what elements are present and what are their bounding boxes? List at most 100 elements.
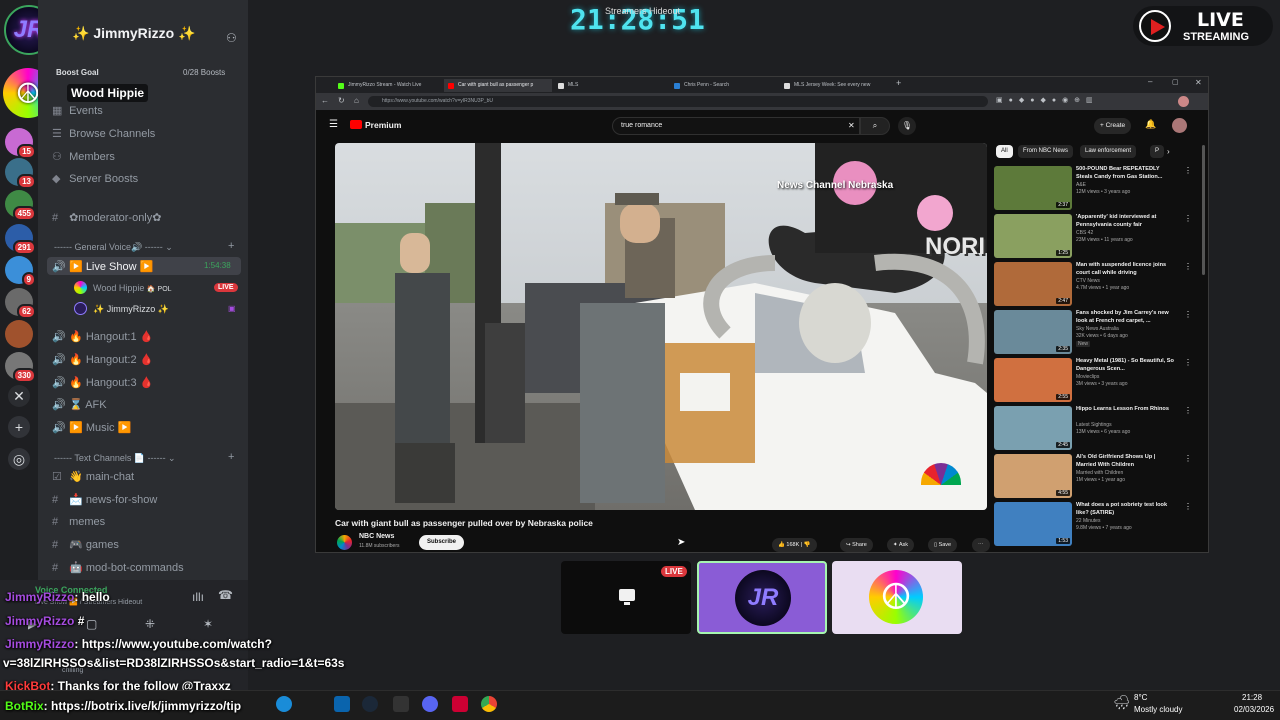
chip-from-nbc[interactable]: From NBC News [1018,145,1074,158]
youtube-logo[interactable] [350,120,362,129]
reload-icon[interactable]: ↻ [338,96,345,105]
channel-mod-bot-commands[interactable]: # 🤖 mod-bot-commands [52,561,184,574]
menu-icon[interactable]: ☰ [329,119,338,130]
taskbar-date[interactable]: 02/03/2026 [1234,705,1274,714]
activities-icon[interactable]: ⁜ [145,617,155,631]
app-icon[interactable] [393,696,409,712]
tab-mls-jersey[interactable]: MLS Jersey Week: See every new [780,79,890,92]
more-actions-button[interactable]: ⋯ [972,538,990,552]
channel-music[interactable]: 🔊 ▶️ Music ▶️ [52,421,131,434]
more-options-icon[interactable]: ⋮ [1184,166,1192,175]
create-button[interactable]: + Create [1094,118,1132,134]
recommended-video[interactable]: 1:53 What does a pot sobriety test look l… [994,502,1194,547]
screen-icon[interactable]: ▢ [86,617,97,631]
more-options-icon[interactable]: ⋮ [1184,262,1192,271]
channel-hangout-1[interactable]: 🔊 🔥 Hangout:1 🩸 [52,330,153,343]
tab-mls[interactable]: MLS [554,79,662,92]
add-channel-icon[interactable]: + [228,451,234,463]
close-icon[interactable]: ✕ [1195,78,1202,87]
clear-search-icon[interactable]: ✕ [848,121,855,130]
mic-icon[interactable]: 🎙 [898,117,916,135]
share-button[interactable]: ↪ Share [840,538,873,552]
profile-avatar[interactable] [1178,96,1189,107]
category-text-channels[interactable]: ------ Text Channels 📄 ------ ⌄ [54,453,176,464]
new-tab-icon[interactable]: + [896,78,901,88]
account-avatar[interactable] [1172,118,1187,133]
extensions-icon[interactable]: ▣●◆●◆●◉⊕▥ [996,96,1099,104]
tab-video[interactable]: Car with giant bull as passenger p [444,79,552,92]
logo-guild[interactable]: ✕ [8,385,30,407]
recommended-video[interactable]: 2:55 Heavy Metal (1981) - So Beautiful, S… [994,358,1194,403]
guild-8[interactable]: 330 [5,352,36,383]
outlook-icon[interactable] [334,696,350,712]
video-player[interactable]: News Channel Nebraska NORI [335,143,987,510]
channel-news-for-show[interactable]: # 📩 news-for-show [52,493,157,506]
nav-members[interactable]: ⚇ Members [52,150,115,163]
home-icon[interactable]: ⌂ [354,96,359,105]
recommended-video[interactable]: 2:45 Hippo Learns Lesson From Rhinos Lates… [994,406,1194,451]
search-input[interactable]: true romance [612,117,860,135]
soundboard-icon[interactable]: ✶ [203,617,213,631]
video-thumbnail[interactable]: 2:37 [994,166,1072,210]
guild-1[interactable]: 15 [5,128,36,159]
more-options-icon[interactable]: ⋮ [1184,502,1192,511]
channel-hangout-2[interactable]: 🔊 🔥 Hangout:2 🩸 [52,353,153,366]
tab-search[interactable]: Chris Penn - Search [670,79,778,92]
guild-3[interactable]: 455 [5,190,36,221]
screen-tile-peace[interactable]: ☮ [832,561,962,634]
boost-count[interactable]: 0/28 Boosts [183,68,225,77]
category-general-voice[interactable]: ------ General Voice🔊 ------ ⌄ [54,242,173,253]
minimize-icon[interactable]: – [1148,77,1152,86]
guild-6[interactable]: 62 [5,288,36,319]
channel-hangout-3[interactable]: 🔊 🔥 Hangout:3 🩸 [52,376,153,389]
address-input[interactable]: https://www.youtube.com/watch?v=yIR3NU3P… [368,96,988,107]
nav-events[interactable]: ▦ Events [52,104,103,117]
channel-moderator-only[interactable]: # ✿moderator-only✿ [52,211,161,224]
obs-icon[interactable] [452,696,468,712]
scrollbar[interactable] [1202,145,1205,275]
channel-avatar[interactable] [337,535,352,550]
taskbar-time[interactable]: 21:28 [1242,693,1262,702]
screen-tile-jr[interactable]: JR [697,561,827,634]
add-member-icon[interactable]: ⚇ [226,31,237,45]
save-button[interactable]: ▯ Save [928,538,958,552]
steam-icon[interactable] [362,696,378,712]
more-options-icon[interactable]: ⋮ [1184,310,1192,319]
disconnect-icon[interactable]: ☎ [218,588,233,602]
guild-7[interactable] [5,320,33,348]
recommended-video[interactable]: 4:55 AI's Old Girlfriend Shows Up | Marri… [994,454,1194,499]
chrome-icon[interactable] [481,696,497,712]
chip-more[interactable]: P [1150,145,1165,158]
recommended-video[interactable]: 2:47 Man with suspended licence joins cou… [994,262,1194,307]
channel-afk[interactable]: 🔊 ⌛ AFK [52,398,107,411]
voice-user-wood-hippie[interactable]: Wood Hippie 🏠 POL [93,283,172,293]
back-icon[interactable]: ← [321,96,329,105]
channel-name[interactable]: NBC News [359,533,394,540]
discord-icon[interactable] [422,696,438,712]
add-server-icon[interactable]: + [8,416,30,438]
recommended-video[interactable]: 2:37 500-POUND Bear REPEATEDLY Steals Can… [994,166,1194,211]
server-name[interactable]: ✨ JimmyRizzo ✨ [72,25,196,42]
recommended-video[interactable]: 2:35 Fans shocked by Jim Carrey's new loo… [994,310,1194,355]
more-options-icon[interactable]: ⋮ [1184,214,1192,223]
video-thumbnail[interactable]: 2:35 [994,310,1072,354]
video-thumbnail[interactable]: 1:53 [994,502,1072,546]
discover-icon[interactable]: ◎ [8,448,30,470]
channel-main-chat[interactable]: ☑ 👋 main-chat [52,470,134,483]
tab-stream[interactable]: JimmyRizzo Stream - Watch Live [334,79,442,92]
guild-5[interactable]: 9 [5,256,36,287]
bell-icon[interactable]: 🔔 [1145,119,1156,130]
voice-meter-icon[interactable]: ıllı [192,590,204,604]
maximize-icon[interactable]: ▢ [1172,78,1179,86]
chip-law-enforcement[interactable]: Law enforcement [1080,145,1137,158]
add-channel-icon[interactable]: + [228,240,234,252]
ask-button[interactable]: ✦ Ask [887,538,915,552]
video-thumbnail[interactable]: 2:55 [994,358,1072,402]
screen-tile-live[interactable]: LIVE [561,561,691,634]
chips-next-icon[interactable]: › [1167,147,1170,156]
more-options-icon[interactable]: ⋮ [1184,454,1192,463]
more-options-icon[interactable]: ⋮ [1184,358,1192,367]
edge-icon[interactable] [276,696,292,712]
subscribe-button[interactable]: Subscribe [419,535,465,550]
video-thumbnail[interactable]: 2:45 [994,406,1072,450]
